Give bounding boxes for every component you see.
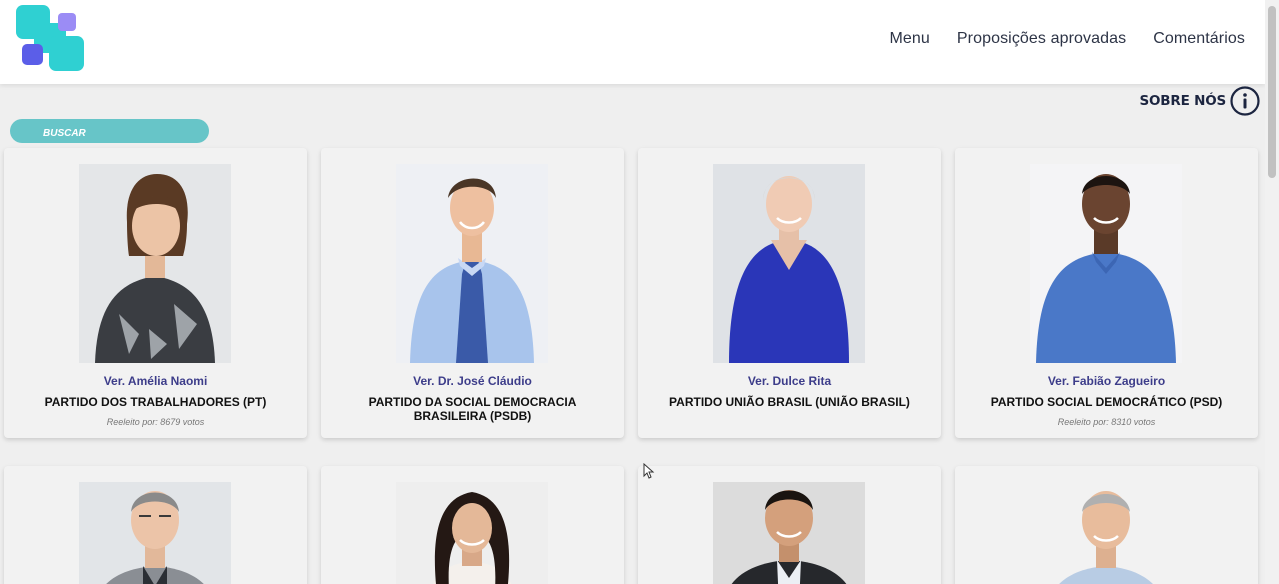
councillor-card[interactable] xyxy=(955,466,1258,584)
scrollbar-thumb[interactable] xyxy=(1268,6,1276,178)
councillor-votes: Reeleito por: 8679 votos xyxy=(106,417,205,427)
councillor-photo xyxy=(1030,164,1182,363)
councillor-photo xyxy=(1030,482,1182,584)
sobre-nos-label: SOBRE NÓS xyxy=(1139,93,1226,109)
councillor-card[interactable]: Ver. Fabião Zagueiro PARTIDO SOCIAL DEMO… xyxy=(955,148,1258,438)
councillor-card[interactable] xyxy=(4,466,307,584)
nav-comentarios[interactable]: Comentários xyxy=(1153,30,1245,48)
nav-proposicoes-aprovadas[interactable]: Proposições aprovadas xyxy=(957,30,1126,48)
app-logo[interactable] xyxy=(16,5,84,71)
councillor-votes: Reeleito por: 8310 votos xyxy=(1057,417,1156,427)
councillor-party: PARTIDO UNIÃO BRASIL (UNIÃO BRASIL) xyxy=(669,395,910,409)
search-button-label: BUSCAR xyxy=(43,127,86,139)
councillor-card[interactable]: Ver. Dr. José Cláudio PARTIDO DA SOCIAL … xyxy=(321,148,624,438)
councillor-photo xyxy=(79,482,231,584)
sobre-nos-link[interactable]: SOBRE NÓS xyxy=(1139,86,1260,116)
main-nav: Menu Proposições aprovadas Comentários xyxy=(889,30,1245,48)
councillor-photo xyxy=(396,164,548,363)
councillor-photo xyxy=(713,482,865,584)
mouse-cursor-icon xyxy=(643,463,655,479)
councillor-party: PARTIDO SOCIAL DEMOCRÁTICO (PSD) xyxy=(990,395,1223,409)
info-icon xyxy=(1230,86,1260,116)
councillor-photo xyxy=(79,164,231,363)
councillor-card[interactable] xyxy=(638,466,941,584)
search-button[interactable]: BUSCAR xyxy=(10,119,209,143)
councillor-name: Ver. Amélia Naomi xyxy=(103,374,208,388)
councillor-photo xyxy=(713,164,865,363)
councillor-card[interactable]: Ver. Amélia Naomi PARTIDO DOS TRABALHADO… xyxy=(4,148,307,438)
councillor-card[interactable]: Ver. Dulce Rita PARTIDO UNIÃO BRASIL (UN… xyxy=(638,148,941,438)
nav-menu[interactable]: Menu xyxy=(889,30,929,48)
councillor-name: Ver. Dulce Rita xyxy=(747,374,832,388)
councillor-name: Ver. Dr. José Cláudio xyxy=(413,374,532,388)
councillor-card[interactable] xyxy=(321,466,624,584)
councillor-photo xyxy=(396,482,548,584)
councillor-name: Ver. Fabião Zagueiro xyxy=(1047,374,1166,388)
page-scrollbar[interactable] xyxy=(1265,0,1279,584)
top-navigation-bar: Menu Proposições aprovadas Comentários xyxy=(0,0,1265,84)
councillor-party: PARTIDO DOS TRABALHADORES (PT) xyxy=(44,395,267,409)
councillor-party: PARTIDO DA SOCIAL DEMOCRACIA BRASILEIRA … xyxy=(368,395,577,423)
